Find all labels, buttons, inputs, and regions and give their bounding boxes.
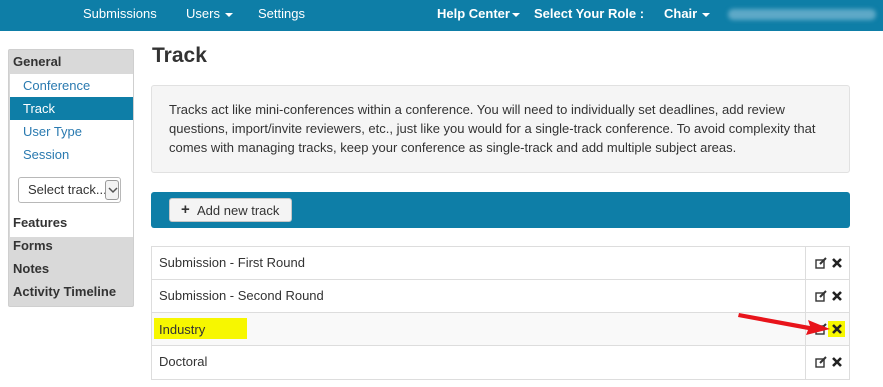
edit-icon[interactable] xyxy=(815,356,827,368)
nav-help-center-label: Help Center xyxy=(437,6,510,21)
nav-settings-label: Settings xyxy=(258,6,305,21)
sidebar-features[interactable]: Features xyxy=(13,215,67,230)
track-name: Doctoral xyxy=(159,354,208,369)
page-title: Track xyxy=(152,44,207,67)
track-name: Submission - Second Round xyxy=(159,288,324,303)
info-text: Tracks act like mini-conferences within … xyxy=(169,102,816,155)
edit-icon[interactable] xyxy=(815,290,827,302)
caret-down-icon xyxy=(702,12,711,17)
track-toolbar: + Add new track xyxy=(151,192,850,228)
nav-users-label: Users xyxy=(186,6,220,21)
sidebar-general-heading[interactable]: General xyxy=(13,54,61,69)
add-new-track-button[interactable]: + Add new track xyxy=(169,198,292,222)
delete-icon[interactable] xyxy=(831,356,843,368)
info-box: Tracks act like mini-conferences within … xyxy=(151,85,850,173)
red-arrow-icon xyxy=(738,313,830,335)
select-track-value: Select track... xyxy=(28,182,107,197)
nav-settings[interactable]: Settings xyxy=(258,0,305,31)
track-actions xyxy=(805,247,850,279)
nav-help-center[interactable]: Help Center xyxy=(437,0,520,31)
nav-users[interactable]: Users xyxy=(186,0,233,31)
chevron-down-icon[interactable] xyxy=(105,180,119,200)
nav-submissions[interactable]: Submissions xyxy=(83,0,157,31)
track-row: Doctoral xyxy=(152,346,849,379)
nav-submissions-label: Submissions xyxy=(83,6,157,21)
top-nav: Submissions Users Settings Help Center S… xyxy=(0,0,883,31)
sidebar-notes[interactable]: Notes xyxy=(13,261,49,276)
select-role-label: Select Your Role : xyxy=(534,6,645,21)
track-row: Submission - First Round xyxy=(152,247,849,280)
sidebar: General Conference Track User Type Sessi… xyxy=(8,49,134,307)
delete-icon[interactable] xyxy=(831,290,843,302)
caret-down-icon xyxy=(224,12,233,17)
track-name: Industry xyxy=(159,322,206,337)
sidebar-activity-timeline[interactable]: Activity Timeline xyxy=(13,284,116,299)
caret-down-icon xyxy=(511,12,520,17)
select-track-dropdown[interactable]: Select track... xyxy=(18,177,121,203)
track-name: Submission - First Round xyxy=(159,255,305,270)
sidebar-item-user-type[interactable]: User Type xyxy=(10,120,133,143)
sidebar-item-track[interactable]: Track xyxy=(10,97,133,120)
sidebar-item-conference[interactable]: Conference xyxy=(10,74,133,97)
add-new-track-label: Add new track xyxy=(197,203,280,218)
sidebar-item-session[interactable]: Session xyxy=(10,143,133,166)
role-value: Chair xyxy=(664,6,698,21)
track-actions xyxy=(805,346,850,379)
edit-icon[interactable] xyxy=(815,257,827,269)
sidebar-forms[interactable]: Forms xyxy=(13,238,53,253)
sidebar-general-list: Conference Track User Type Session xyxy=(10,74,133,237)
delete-icon[interactable] xyxy=(831,257,843,269)
user-name-redacted[interactable] xyxy=(728,9,876,20)
role-dropdown[interactable]: Chair xyxy=(664,0,711,31)
plus-icon: + xyxy=(181,201,190,218)
